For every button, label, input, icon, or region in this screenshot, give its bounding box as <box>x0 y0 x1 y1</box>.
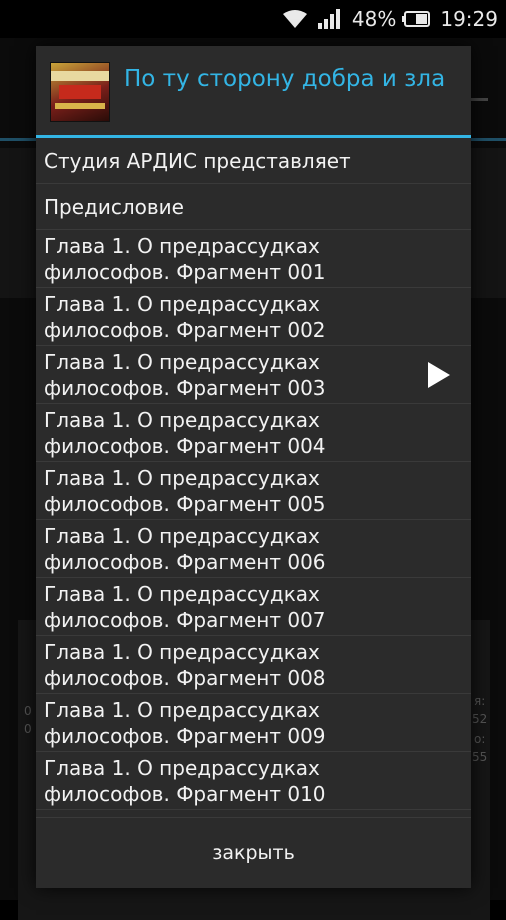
chapter-title: Глава 1. О предрассудках философов. Фраг… <box>44 523 326 574</box>
chapter-list-item[interactable]: Студия АРДИС представляет <box>36 138 471 184</box>
chapter-title: Глава 1. О предрассудках философов. Фраг… <box>44 407 326 458</box>
dialog-footer: закрыть <box>36 817 471 888</box>
chapter-list-dialog: По ту сторону добра и зла Студия АРДИС п… <box>36 46 471 888</box>
background-right-number: о: <box>474 732 486 746</box>
background-left-number: 0 <box>24 704 32 718</box>
background-left-number: 0 <box>24 722 32 736</box>
chapter-list-item[interactable]: Глава 1. О предрассудках философов. Фраг… <box>36 752 471 810</box>
chapter-title: Студия АРДИС представляет <box>44 148 351 173</box>
chapter-title: Глава 1. О предрассудках философов. Фраг… <box>44 291 326 342</box>
chapter-title: Предисловие <box>44 194 184 219</box>
dialog-header: По ту сторону добра и зла <box>36 46 471 138</box>
chapter-title: Глава 1. О предрассудках философов. Фраг… <box>44 233 326 284</box>
wifi-icon <box>282 10 307 28</box>
clock: 19:29 <box>440 7 498 31</box>
status-bar: 48% 19:29 <box>0 0 506 38</box>
chapter-title: Глава 1. О предрассудках философов. Фраг… <box>44 581 326 632</box>
background-right-number: я: <box>474 694 486 708</box>
dialog-title: По ту сторону добра и зла <box>124 66 446 92</box>
battery-percent: 48% <box>351 7 397 31</box>
chapter-title: Глава 1. О предрассудках философов. Фраг… <box>44 349 326 400</box>
background-menu-icon <box>468 98 488 101</box>
signal-icon <box>317 9 340 29</box>
chapter-title: Глава 1. О предрассудках философов. Фраг… <box>44 755 326 806</box>
chapter-list-item[interactable]: Глава 1. О предрассудках философов. Фраг… <box>36 694 471 752</box>
chapter-list-item[interactable]: Глава 1. О предрассудках философов. Фраг… <box>36 462 471 520</box>
chapter-list-item[interactable]: Глава 1. О предрассудках философов. Фраг… <box>36 520 471 578</box>
chapter-list[interactable]: Студия АРДИС представляет Предисловие Глав… <box>36 138 471 810</box>
close-button[interactable]: закрыть <box>212 842 295 864</box>
chapter-title: Глава 1. О предрассудках философов. Фраг… <box>44 465 326 516</box>
chapter-list-item[interactable]: Глава 1. О предрассудках философов. Фраг… <box>36 578 471 636</box>
chapter-list-item[interactable]: Глава 1. О предрассудках философов. Фраг… <box>36 230 471 288</box>
play-icon <box>428 362 450 388</box>
background-right-number: 52 <box>472 712 488 726</box>
chapter-list-item[interactable]: Глава 1. О предрассудках философов. Фраг… <box>36 288 471 346</box>
chapter-title: Глава 1. О предрассудках философов. Фраг… <box>44 697 326 748</box>
battery-status: 48% <box>351 7 431 31</box>
book-cover-image <box>50 62 110 122</box>
chapter-title: Глава 1. О предрассудках философов. Фраг… <box>44 639 326 690</box>
chapter-list-item[interactable]: Глава 1. О предрассудках философов. Фраг… <box>36 404 471 462</box>
battery-icon <box>402 11 431 27</box>
chapter-list-item[interactable]: Предисловие <box>36 184 471 230</box>
chapter-list-item[interactable]: Глава 1. О предрассудках философов. Фраг… <box>36 636 471 694</box>
background-right-number: 55 <box>472 750 488 764</box>
chapter-list-item[interactable]: Глава 1. О предрассудках философов. Фраг… <box>36 346 471 404</box>
